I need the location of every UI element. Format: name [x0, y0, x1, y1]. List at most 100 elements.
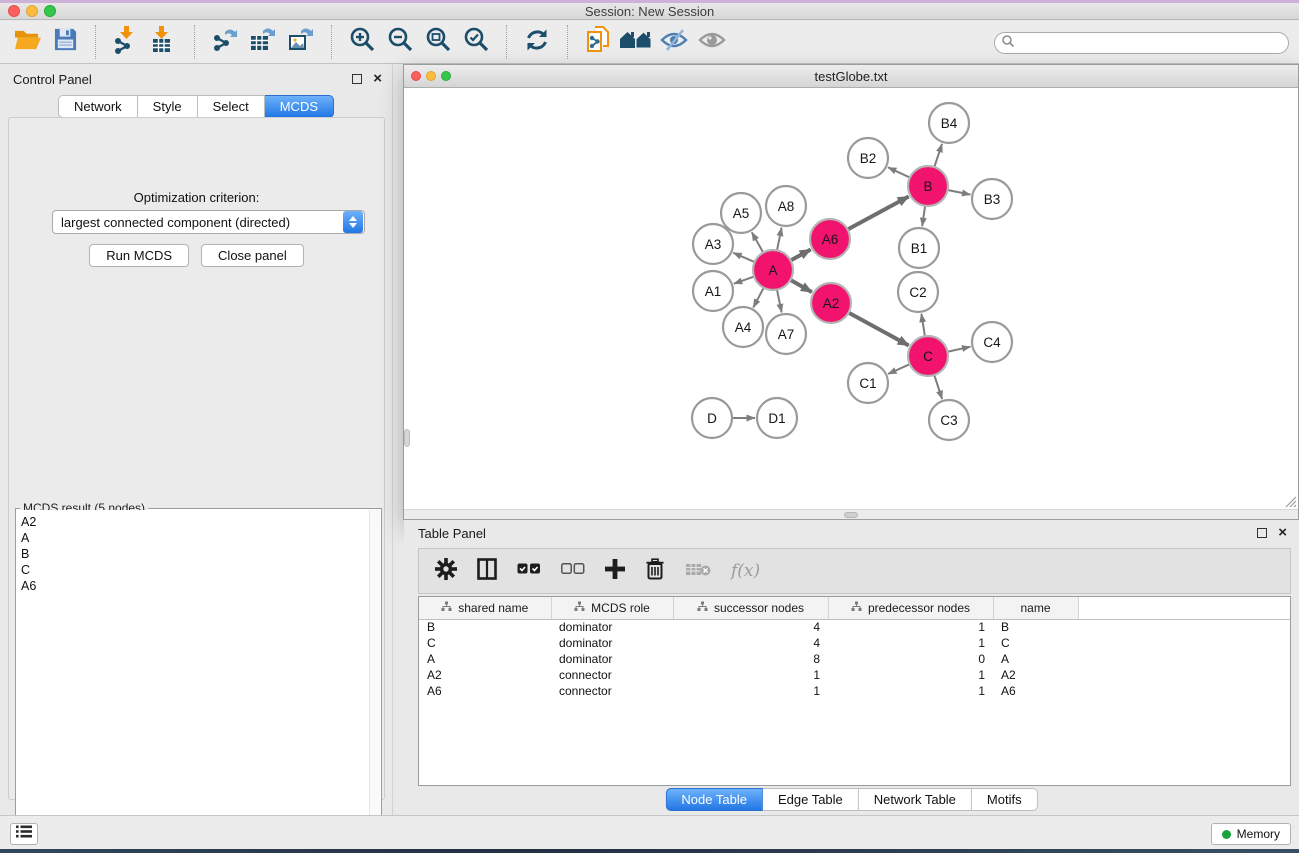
- graph-edge-A-A6[interactable]: [791, 250, 811, 261]
- graph-edge-A-A3[interactable]: [733, 253, 754, 262]
- column-header-successor-nodes[interactable]: successor nodes: [673, 597, 828, 619]
- refresh-button[interactable]: [518, 25, 556, 59]
- graph-node-A4[interactable]: A4: [723, 307, 763, 347]
- cell-name[interactable]: A2: [993, 667, 1078, 683]
- tab-network[interactable]: Network: [58, 95, 138, 118]
- cell-name[interactable]: C: [993, 635, 1078, 651]
- graph-edge-C-C2[interactable]: [921, 314, 925, 337]
- table-tab-motifs[interactable]: Motifs: [972, 788, 1038, 811]
- search-field[interactable]: [994, 32, 1289, 54]
- zoom-in-button[interactable]: [343, 25, 381, 59]
- graph-node-A[interactable]: A: [753, 250, 793, 290]
- mcds-result-item[interactable]: A: [21, 530, 380, 546]
- cell-shared-name[interactable]: A2: [419, 667, 551, 683]
- export-table-button[interactable]: [244, 25, 282, 59]
- result-scrollbar[interactable]: [369, 510, 380, 851]
- graph-node-B4[interactable]: B4: [929, 103, 969, 143]
- memory-button[interactable]: Memory: [1211, 823, 1291, 845]
- graph-edge-A-A8[interactable]: [777, 228, 782, 251]
- cell-predecessor-nodes[interactable]: 1: [828, 635, 993, 651]
- cell-name[interactable]: A: [993, 651, 1078, 667]
- graph-edge-C-C1[interactable]: [888, 364, 910, 374]
- cell-mcds-role[interactable]: connector: [551, 667, 673, 683]
- import-table-button[interactable]: [145, 25, 183, 59]
- tab-select[interactable]: Select: [198, 95, 265, 118]
- zoom-fit-button[interactable]: [419, 25, 457, 59]
- function-builder-button[interactable]: f(x): [731, 561, 760, 581]
- table-tab-node-table[interactable]: Node Table: [665, 788, 763, 811]
- table-tab-network-table[interactable]: Network Table: [859, 788, 972, 811]
- save-session-button[interactable]: [46, 25, 84, 59]
- add-row-button[interactable]: [605, 559, 625, 584]
- cell-predecessor-nodes[interactable]: 1: [828, 619, 993, 635]
- graph-node-C1[interactable]: C1: [848, 363, 888, 403]
- graph-edge-C-C4[interactable]: [948, 347, 971, 352]
- graph-node-A6[interactable]: A6: [810, 219, 850, 259]
- graph-edge-A-A4[interactable]: [753, 288, 763, 308]
- graph-node-A1[interactable]: A1: [693, 271, 733, 311]
- graph-edge-B-B1[interactable]: [922, 206, 925, 226]
- graph-node-A8[interactable]: A8: [766, 186, 806, 226]
- cell-successor-nodes[interactable]: 4: [673, 635, 828, 651]
- resize-grip-icon[interactable]: [1284, 495, 1297, 508]
- delete-row-button[interactable]: [645, 558, 665, 585]
- select-all-button[interactable]: [517, 562, 541, 580]
- first-neighbors-button[interactable]: [617, 25, 655, 59]
- criterion-select[interactable]: largest connected component (directed): [52, 210, 365, 234]
- cell-mcds-role[interactable]: dominator: [551, 619, 673, 635]
- graph-node-C[interactable]: C: [908, 336, 948, 376]
- close-panel-button[interactable]: Close panel: [201, 244, 304, 267]
- graph-edge-A-A7[interactable]: [777, 290, 782, 313]
- close-panel-icon[interactable]: ×: [373, 70, 382, 88]
- cell-predecessor-nodes[interactable]: 1: [828, 683, 993, 699]
- cell-successor-nodes[interactable]: 1: [673, 683, 828, 699]
- table-row[interactable]: Adominator80A: [419, 651, 1290, 667]
- tab-mcds[interactable]: MCDS: [265, 95, 334, 118]
- cell-successor-nodes[interactable]: 4: [673, 619, 828, 635]
- graph-edge-B-B3[interactable]: [948, 190, 971, 195]
- mcds-result-item[interactable]: A6: [21, 578, 380, 594]
- graph-node-B3[interactable]: B3: [972, 179, 1012, 219]
- table-row[interactable]: Bdominator41B: [419, 619, 1290, 635]
- cell-shared-name[interactable]: A: [419, 651, 551, 667]
- copy-style-button[interactable]: [579, 25, 617, 59]
- graph-node-B2[interactable]: B2: [848, 138, 888, 178]
- graph-edge-A-A2[interactable]: [790, 280, 811, 292]
- zoom-out-button[interactable]: [381, 25, 419, 59]
- network-vertical-scrollbar[interactable]: [404, 429, 410, 447]
- cell-shared-name[interactable]: A6: [419, 683, 551, 699]
- search-input[interactable]: [1015, 34, 1288, 52]
- graph-edge-A-A5[interactable]: [752, 232, 763, 252]
- task-history-button[interactable]: [10, 823, 38, 845]
- cell-name[interactable]: B: [993, 619, 1078, 635]
- import-network-button[interactable]: [107, 25, 145, 59]
- graph-node-A5[interactable]: A5: [721, 193, 761, 233]
- cell-mcds-role[interactable]: dominator: [551, 651, 673, 667]
- cell-mcds-role[interactable]: connector: [551, 683, 673, 699]
- cell-mcds-role[interactable]: dominator: [551, 635, 673, 651]
- hide-selected-button[interactable]: [655, 25, 693, 59]
- graph-node-C4[interactable]: C4: [972, 322, 1012, 362]
- float-table-panel-icon[interactable]: [1257, 528, 1267, 538]
- graph-node-D[interactable]: D: [692, 398, 732, 438]
- column-header-MCDS-role[interactable]: MCDS role: [551, 597, 673, 619]
- graph-edge-B-B2[interactable]: [888, 167, 910, 177]
- graph-node-C3[interactable]: C3: [929, 400, 969, 440]
- table-options-button[interactable]: [435, 558, 457, 585]
- table-row[interactable]: A6connector11A6: [419, 683, 1290, 699]
- show-all-button[interactable]: [693, 25, 731, 59]
- column-header-predecessor-nodes[interactable]: predecessor nodes: [828, 597, 993, 619]
- graph-node-A3[interactable]: A3: [693, 224, 733, 264]
- float-panel-icon[interactable]: [352, 74, 362, 84]
- deselect-all-button[interactable]: [561, 562, 585, 580]
- graph-edge-B-B4[interactable]: [934, 144, 942, 167]
- close-table-panel-icon[interactable]: ×: [1278, 524, 1287, 542]
- cell-shared-name[interactable]: B: [419, 619, 551, 635]
- cell-name[interactable]: A6: [993, 683, 1078, 699]
- export-network-button[interactable]: [206, 25, 244, 59]
- cell-successor-nodes[interactable]: 8: [673, 651, 828, 667]
- network-horizontal-thumb[interactable]: [844, 512, 858, 518]
- cell-successor-nodes[interactable]: 1: [673, 667, 828, 683]
- column-header-name[interactable]: name: [993, 597, 1078, 619]
- table-tab-edge-table[interactable]: Edge Table: [763, 788, 859, 811]
